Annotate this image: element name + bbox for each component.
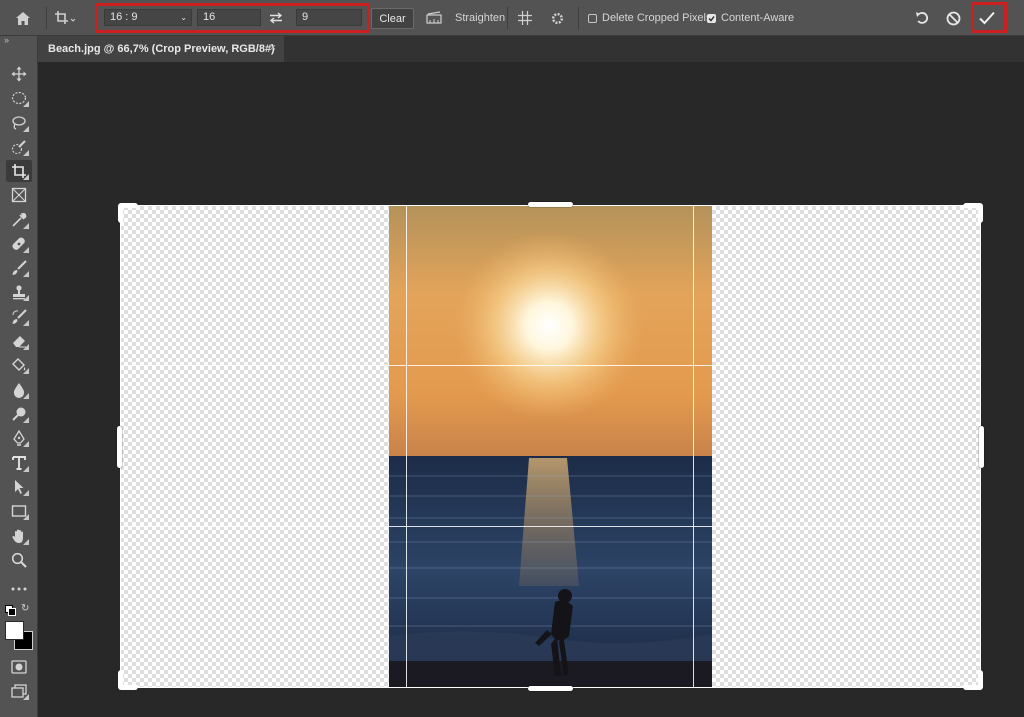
checkmark-icon [707, 13, 716, 23]
checkbox-box [588, 13, 597, 23]
delete-cropped-pixels-checkbox[interactable]: Delete Cropped Pixels [588, 0, 711, 36]
hand-tool-icon[interactable] [6, 525, 32, 547]
pen-tool-icon[interactable] [6, 427, 32, 449]
eyedropper-tool-icon[interactable] [6, 209, 32, 231]
ratio-height-input[interactable]: 9 [296, 9, 362, 26]
straighten-icon[interactable] [425, 0, 445, 36]
crop-tool-icon[interactable] [6, 160, 32, 182]
ratio-width-input[interactable]: 16 [197, 9, 261, 26]
close-icon[interactable]: × [270, 42, 276, 54]
eraser-tool-icon[interactable] [6, 330, 32, 352]
swap-icon[interactable] [269, 0, 289, 36]
history-brush-tool-icon[interactable] [6, 306, 32, 328]
overlay-grid-icon[interactable] [517, 0, 537, 36]
collapse-panel-icon[interactable]: » [4, 35, 9, 45]
options-bar: 16 : 9 ⌄ 16 9 Clear Straighten Delete Cr… [0, 0, 1024, 36]
grid-line-horizontal-1 [120, 365, 981, 366]
default-colors-icon[interactable] [5, 605, 16, 616]
rectangle-tool-icon[interactable] [6, 500, 32, 522]
type-tool-icon[interactable] [6, 452, 32, 474]
document-tab[interactable]: Beach.jpg @ 66,7% (Crop Preview, RGB/8#)… [38, 36, 284, 62]
path-selection-tool-icon[interactable] [6, 476, 32, 498]
grid-line-horizontal-2 [120, 526, 981, 527]
document-tab-strip: Beach.jpg @ 66,7% (Crop Preview, RGB/8#)… [38, 36, 1024, 62]
delete-cropped-pixels-label: Delete Cropped Pixels [602, 12, 712, 24]
quick-selection-tool-icon[interactable] [6, 136, 32, 158]
straighten-label[interactable]: Straighten [455, 0, 505, 36]
crop-handle-left[interactable] [117, 426, 122, 468]
dodge-tool-icon[interactable] [6, 403, 32, 425]
home-icon[interactable] [15, 0, 39, 36]
screen-mode-icon[interactable] [6, 680, 32, 702]
swap-colors-icon[interactable]: ↻ [21, 603, 29, 614]
zoom-tool-icon[interactable] [6, 549, 32, 571]
chevron-down-icon: ⌄ [180, 13, 187, 22]
brush-tool-icon[interactable] [6, 257, 32, 279]
content-aware-label: Content-Aware [721, 12, 795, 24]
quick-mask-icon[interactable] [6, 656, 32, 678]
cancel-icon[interactable] [946, 0, 968, 36]
grid-line-vertical-1 [406, 206, 407, 687]
grid-line-vertical-2 [693, 206, 694, 687]
ratio-preset-value: 16 : 9 [110, 11, 138, 23]
document-tab-title: Beach.jpg @ 66,7% (Crop Preview, RGB/8#) [48, 43, 275, 55]
crop-box[interactable] [120, 205, 981, 688]
ratio-preset-select[interactable]: 16 : 9 ⌄ [104, 9, 192, 26]
paint-bucket-tool-icon[interactable] [6, 354, 32, 376]
content-aware-checkbox[interactable]: Content-Aware [707, 0, 794, 36]
crop-handle-right[interactable] [979, 426, 984, 468]
blur-tool-icon[interactable] [6, 379, 32, 401]
clear-button[interactable]: Clear [371, 8, 414, 29]
healing-brush-tool-icon[interactable] [6, 233, 32, 255]
commit-checkmark-icon[interactable] [978, 0, 1000, 36]
frame-tool-icon[interactable] [6, 184, 32, 206]
marquee-tool-icon[interactable] [6, 87, 32, 109]
crop-handle-top[interactable] [528, 202, 573, 207]
crop-handle-bottom[interactable] [528, 686, 573, 691]
move-tool-icon[interactable] [6, 63, 32, 85]
gear-icon[interactable] [550, 0, 570, 36]
crop-tool-preset-icon[interactable] [54, 0, 84, 36]
reset-icon[interactable] [915, 0, 937, 36]
lasso-tool-icon[interactable] [6, 112, 32, 134]
tools-panel: » ↻ [0, 35, 38, 717]
clone-stamp-tool-icon[interactable] [6, 281, 32, 303]
more-tools-icon[interactable] [6, 578, 32, 600]
foreground-color-swatch[interactable] [5, 621, 24, 640]
